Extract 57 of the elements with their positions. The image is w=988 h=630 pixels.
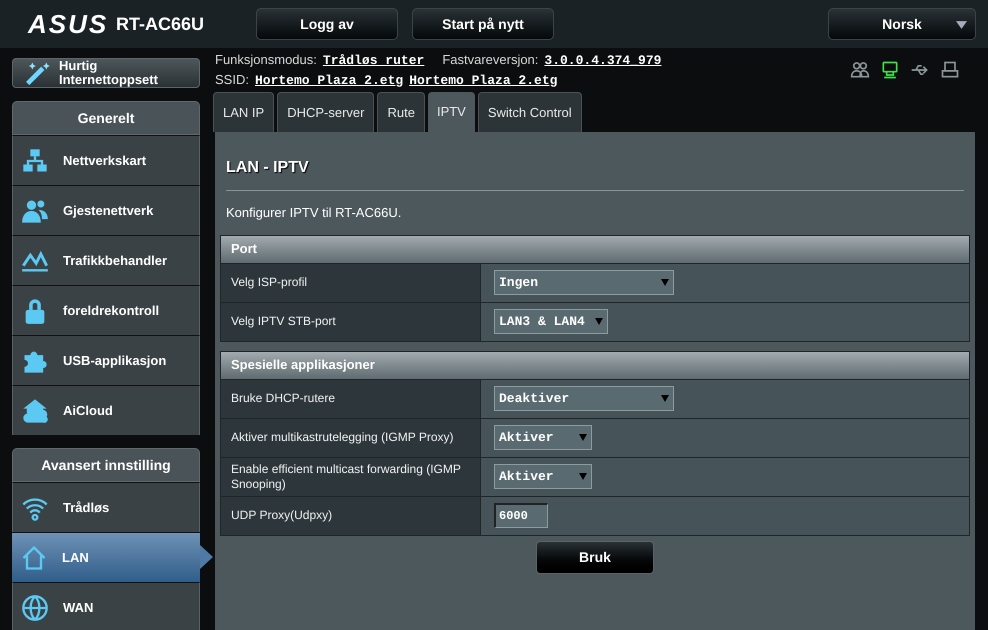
sidebar-item[interactable]: AiCloud — [12, 385, 200, 435]
house-icon — [20, 544, 48, 572]
cloud-house-icon — [21, 396, 49, 424]
mode-link[interactable]: Trådløs ruter — [322, 51, 424, 70]
page-title: LAN - IPTV — [225, 158, 310, 178]
caret-icon — [661, 395, 669, 402]
network-icon — [21, 146, 49, 174]
caret-icon — [595, 318, 603, 325]
field-label: Aktiver multikastrutelegging (IGMP Proxy) — [231, 430, 454, 445]
header-button[interactable]: Start på nytt — [412, 8, 554, 40]
sidebar-item[interactable]: WAN — [12, 582, 200, 630]
ssid-label: SSID: — [215, 71, 249, 89]
firmware-label: Fastvareversjon: — [442, 51, 538, 69]
caret-icon — [956, 21, 967, 29]
ssid-link[interactable]: Hortemo Plaza 2.etg — [254, 71, 404, 90]
pointer-arrow-icon — [200, 545, 213, 569]
dropdown[interactable]: Aktiver — [494, 464, 592, 489]
sidebar-item[interactable]: LAN — [12, 532, 200, 582]
field-label: UDP Proxy(Udpxy) — [231, 508, 332, 523]
section-header: Generelt — [12, 101, 200, 135]
sidebar-item[interactable]: Nettverkskart — [12, 135, 200, 185]
dropdown[interactable]: Deaktiver — [494, 386, 674, 411]
caret-icon — [579, 473, 587, 480]
page-description: Konfigurer IPTV til RT-AC66U. — [225, 204, 402, 222]
dropdown[interactable]: LAN3 & LAN4 — [494, 309, 608, 334]
table-header: Spesielle applikasjoner — [221, 352, 969, 378]
language-dropdown[interactable]: Norsk — [828, 8, 976, 40]
sidebar-item[interactable]: USB-applikasjon — [12, 335, 200, 385]
mode-label: Funksjonsmodus: — [215, 51, 317, 69]
caret-icon — [579, 434, 587, 441]
input-field[interactable]: 6000 — [494, 503, 548, 528]
tab[interactable]: LAN IP — [213, 92, 274, 132]
model-name: RT-AC66U — [116, 12, 206, 36]
tab[interactable]: Switch Control — [478, 92, 582, 132]
firmware-link[interactable]: 3.0.0.4.374_979 — [544, 51, 662, 70]
header-button[interactable]: Logg av — [256, 8, 398, 40]
ssid-link[interactable]: Hortemo Plaza 2.etg — [409, 71, 558, 90]
caret-icon — [661, 279, 669, 286]
tab[interactable]: IPTV — [428, 92, 475, 132]
sidebar-item[interactable]: foreldrekontroll — [12, 285, 200, 335]
dropdown[interactable]: Aktiver — [494, 425, 592, 450]
sidebar-item[interactable]: Trådløs — [12, 482, 200, 532]
brand-logo: ASUS — [28, 8, 106, 40]
section-header: Avansert innstilling — [12, 448, 200, 482]
tab[interactable]: DHCP-server — [277, 92, 374, 132]
field-label: Bruke DHCP-rutere — [231, 391, 336, 406]
apply-button[interactable]: Bruk — [536, 540, 654, 574]
quick-setup-button[interactable]: Hurtig Internettoppsett — [12, 58, 200, 88]
field-label: Enable efficient multicast forwarding (IGMP Snooping) — [231, 462, 462, 492]
table-header: Port — [221, 236, 969, 262]
globe-icon — [21, 594, 49, 622]
field-label: Velg ISP-profil — [231, 275, 308, 290]
dropdown[interactable]: Ingen — [494, 270, 674, 295]
sidebar-item[interactable]: Gjestenettverk — [12, 185, 200, 235]
field-label: Velg IPTV STB-port — [231, 314, 336, 329]
tab[interactable]: Rute — [377, 92, 425, 132]
sidebar-item[interactable]: Trafikkbehandler — [12, 235, 200, 285]
